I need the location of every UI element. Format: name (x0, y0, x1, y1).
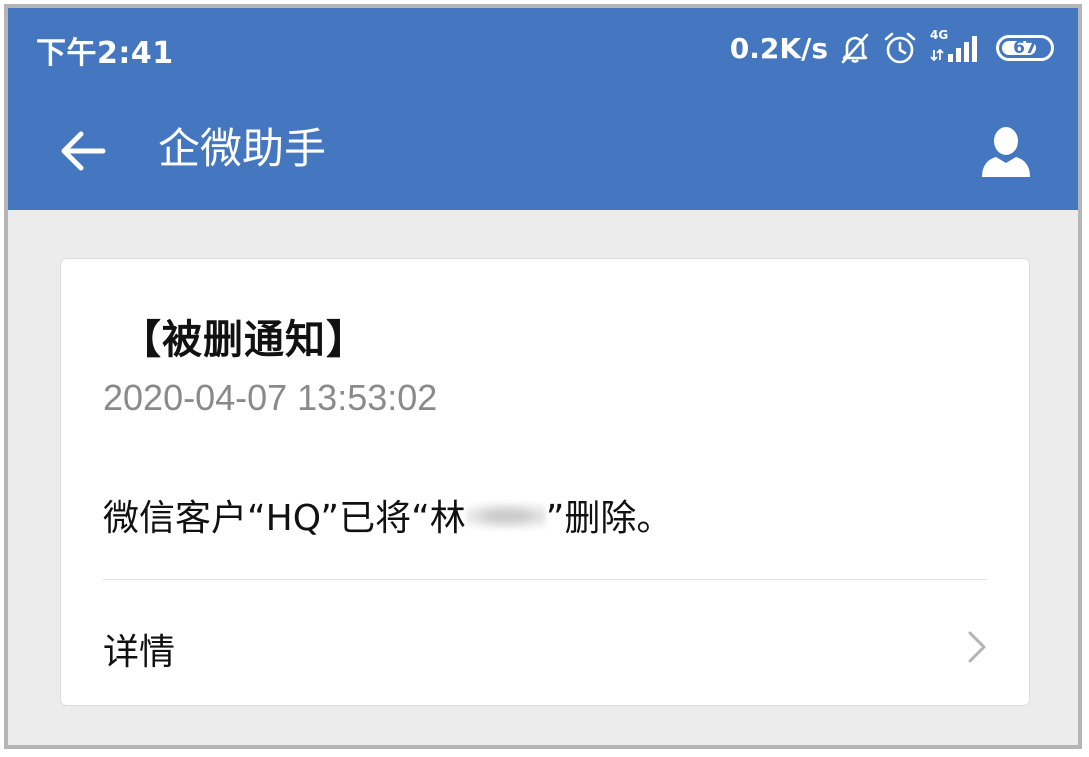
person-icon (982, 127, 1030, 177)
status-bar: 下午2:41 0.2K/s 4G 67 (8, 8, 1078, 92)
chevron-right-icon (968, 631, 986, 663)
network-speed: 0.2K/s (729, 31, 828, 65)
alarm-clock-icon (882, 30, 918, 66)
arrow-left-icon (61, 131, 106, 171)
page-title: 企微助手 (158, 124, 327, 173)
battery-level: 67 (1013, 38, 1037, 58)
phone-screen: 下午2:41 0.2K/s 4G 67 企微助手 【被删通知】 2020-04-… (4, 4, 1082, 749)
battery-icon: 67 (996, 35, 1054, 61)
status-time: 下午2:41 (36, 36, 174, 71)
details-row[interactable]: 详情 (61, 581, 1029, 705)
details-label: 详情 (103, 632, 176, 673)
back-button[interactable] (54, 122, 112, 180)
notification-card: 【被删通知】 2020-04-07 13:53:02 微信客户“HQ”已将“林 ”… (60, 258, 1030, 706)
message-suffix: ”删除。 (545, 498, 673, 539)
divider (103, 579, 987, 580)
app-bar: 企微助手 (8, 92, 1078, 210)
signal-icon: 4G (928, 28, 984, 66)
redacted-name (465, 498, 546, 534)
notification-timestamp: 2020-04-07 13:53:02 (103, 377, 438, 418)
notification-title: 【被删通知】 (121, 317, 367, 363)
bell-off-icon (838, 31, 872, 65)
profile-button[interactable] (976, 122, 1036, 182)
status-icons: 0.2K/s 4G 67 (730, 26, 1054, 70)
message-prefix: 微信客户“HQ”已将“林 (103, 498, 466, 539)
notification-message: 微信客户“HQ”已将“林 ”删除。 (103, 489, 672, 541)
